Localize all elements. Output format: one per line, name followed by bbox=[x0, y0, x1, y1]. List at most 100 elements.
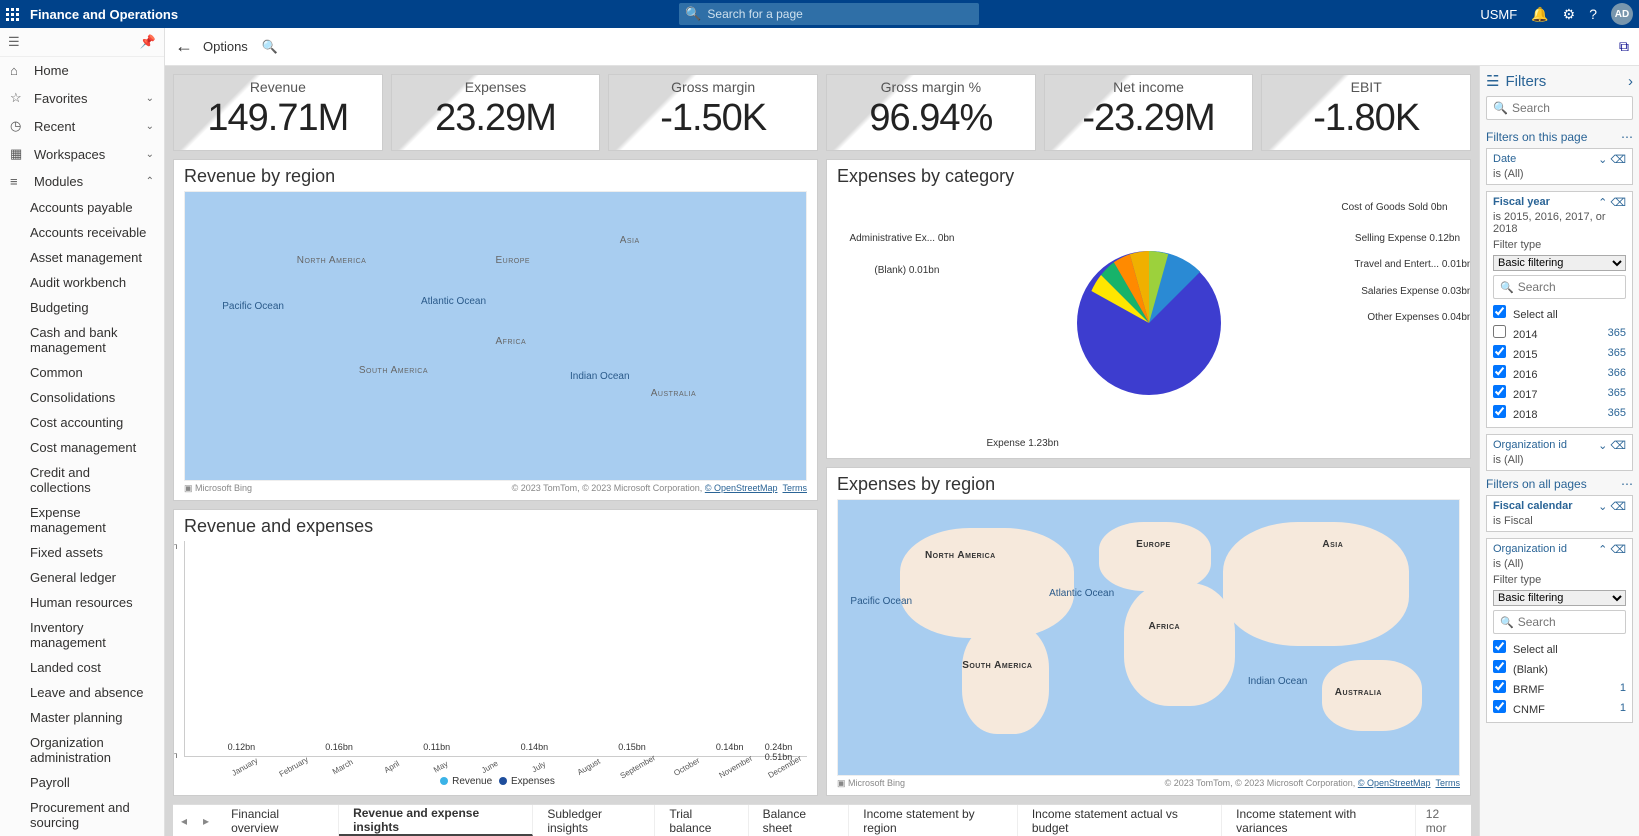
nav-item-favorites[interactable]: ☆Favorites⌄ bbox=[0, 84, 164, 112]
filter-card-date[interactable]: Date⌄ ⌫ is (All) bbox=[1486, 148, 1633, 185]
popout-icon[interactable]: ⧉ bbox=[1619, 38, 1629, 55]
filter-option[interactable]: (Blank) bbox=[1493, 658, 1626, 678]
kpi-card[interactable]: Net income-23.29M bbox=[1044, 74, 1254, 151]
nav-module[interactable]: Accounts receivable bbox=[0, 220, 164, 245]
report-tab[interactable]: Balance sheet bbox=[749, 805, 850, 836]
kpi-card[interactable]: Expenses23.29M bbox=[391, 74, 601, 151]
filter-type-select[interactable]: Basic filtering bbox=[1493, 255, 1626, 271]
kpi-card[interactable]: Gross margin-1.50K bbox=[608, 74, 818, 151]
nav-module[interactable]: Landed cost bbox=[0, 655, 164, 680]
nav-module[interactable]: Human resources bbox=[0, 590, 164, 615]
filter-option[interactable]: 2017365 bbox=[1493, 383, 1626, 403]
filter-card-org-id[interactable]: Organization id⌄ ⌫ is (All) bbox=[1486, 434, 1633, 471]
filters-collapse[interactable]: › bbox=[1628, 73, 1633, 90]
filter-option[interactable]: 2015365 bbox=[1493, 343, 1626, 363]
nav-module[interactable]: Budgeting bbox=[0, 295, 164, 320]
bell-icon[interactable]: 🔔 bbox=[1531, 6, 1548, 23]
nav-module[interactable]: Cost management bbox=[0, 435, 164, 460]
tabs-prev[interactable]: ◂ bbox=[173, 814, 195, 828]
map-expenses[interactable]: North America Europe Asia Africa South A… bbox=[837, 499, 1460, 776]
pin-icon[interactable]: 📌 bbox=[140, 34, 156, 50]
report-tab[interactable]: Subledger insights bbox=[533, 805, 655, 836]
back-icon[interactable]: ← bbox=[175, 36, 193, 57]
company-label[interactable]: USMF bbox=[1480, 7, 1517, 22]
osm-link[interactable]: © OpenStreetMap bbox=[1358, 778, 1431, 788]
hamburger-icon[interactable]: ☰ bbox=[8, 34, 20, 50]
fy-search-input[interactable] bbox=[1518, 280, 1619, 294]
global-search-input[interactable] bbox=[707, 7, 973, 21]
nav-module[interactable]: Credit and collections bbox=[0, 460, 164, 500]
nav-module[interactable]: Cost accounting bbox=[0, 410, 164, 435]
help-icon[interactable]: ? bbox=[1589, 6, 1597, 22]
filter-card-fiscal-calendar[interactable]: Fiscal calendar⌄ ⌫ is Fiscal bbox=[1486, 495, 1633, 532]
nav-module[interactable]: Organization administration bbox=[0, 730, 164, 770]
osm-link[interactable]: © OpenStreetMap bbox=[705, 483, 778, 493]
bar-chart[interactable]: 0.0bn 0.5bn 0.12bn0.16bn0.11bn0.14bn0.15… bbox=[184, 541, 807, 791]
filter-option[interactable]: Select all bbox=[1493, 638, 1626, 658]
filter-checkbox[interactable] bbox=[1493, 640, 1506, 653]
map-revenue[interactable]: North America Europe Asia Africa South A… bbox=[184, 191, 807, 481]
filter-checkbox[interactable] bbox=[1493, 325, 1506, 338]
report-tab[interactable]: Revenue and expense insights bbox=[339, 805, 533, 836]
app-launcher-icon[interactable] bbox=[6, 8, 22, 21]
nav-module[interactable]: Fixed assets bbox=[0, 540, 164, 565]
nav-module[interactable]: General ledger bbox=[0, 565, 164, 590]
nav-module[interactable]: Accounts payable bbox=[0, 195, 164, 220]
terms-link[interactable]: Terms bbox=[783, 483, 808, 493]
filter-checkbox[interactable] bbox=[1493, 405, 1506, 418]
nav-item-modules[interactable]: ≡Modules⌃ bbox=[0, 168, 164, 195]
nav-item-home[interactable]: ⌂Home bbox=[0, 57, 164, 84]
nav-module[interactable]: Audit workbench bbox=[0, 270, 164, 295]
nav-module[interactable]: Asset management bbox=[0, 245, 164, 270]
filter-card-fiscal-year[interactable]: Fiscal year⌃ ⌫ is 2015, 2016, 2017, or 2… bbox=[1486, 191, 1633, 428]
filter-option[interactable]: BRMF1 bbox=[1493, 678, 1626, 698]
report-tab[interactable]: Income statement actual vs budget bbox=[1018, 805, 1222, 836]
filter-option[interactable]: 2016366 bbox=[1493, 363, 1626, 383]
kpi-card[interactable]: EBIT-1.80K bbox=[1261, 74, 1471, 151]
tabs-next[interactable]: ▸ bbox=[195, 814, 217, 828]
filter-option[interactable]: 2014365 bbox=[1493, 323, 1626, 343]
options-button[interactable]: Options bbox=[203, 39, 248, 54]
filter-option[interactable]: CNMF1 bbox=[1493, 698, 1626, 718]
kpi-card[interactable]: Gross margin %96.94% bbox=[826, 74, 1036, 151]
filter-checkbox[interactable] bbox=[1493, 700, 1506, 713]
terms-link[interactable]: Terms bbox=[1436, 778, 1461, 788]
filter-option[interactable]: Select all bbox=[1493, 303, 1626, 323]
nav-module[interactable]: Consolidations bbox=[0, 385, 164, 410]
report-tab[interactable]: Trial balance bbox=[655, 805, 748, 836]
filter-checkbox[interactable] bbox=[1493, 305, 1506, 318]
filter-checkbox[interactable] bbox=[1493, 345, 1506, 358]
action-search-icon[interactable]: 🔍 bbox=[262, 39, 278, 55]
filter-type-select[interactable]: Basic filtering bbox=[1493, 590, 1626, 606]
nav-module[interactable]: Payroll bbox=[0, 770, 164, 795]
nav-item-workspaces[interactable]: ▦Workspaces⌄ bbox=[0, 140, 164, 168]
nav-module[interactable]: Cash and bank management bbox=[0, 320, 164, 360]
filter-search[interactable]: 🔍 bbox=[1486, 96, 1633, 120]
filter-search-input[interactable] bbox=[1512, 101, 1626, 115]
gear-icon[interactable]: ⚙ bbox=[1563, 6, 1576, 23]
nav-item-recent[interactable]: ◷Recent⌄ bbox=[0, 112, 164, 140]
avatar[interactable]: AD bbox=[1611, 3, 1633, 25]
nav-module[interactable]: Leave and absence bbox=[0, 680, 164, 705]
nav-module[interactable]: Procurement and sourcing bbox=[0, 795, 164, 835]
global-search[interactable]: 🔍 bbox=[679, 3, 979, 25]
nav-module[interactable]: Master planning bbox=[0, 705, 164, 730]
filter-checkbox[interactable] bbox=[1493, 365, 1506, 378]
kpi-card[interactable]: Revenue149.71M bbox=[173, 74, 383, 151]
more-icon[interactable]: ⋯ bbox=[1621, 477, 1633, 491]
tabs-more[interactable]: 12 mor bbox=[1416, 807, 1471, 835]
report-tab[interactable]: Income statement with variances bbox=[1222, 805, 1416, 836]
filter-checkbox[interactable] bbox=[1493, 660, 1506, 673]
pie-chart[interactable]: Cost of Goods Sold 0bn Selling Expense 0… bbox=[837, 191, 1460, 454]
org-search-input[interactable] bbox=[1518, 615, 1619, 629]
more-icon[interactable]: ⋯ bbox=[1621, 130, 1633, 144]
filter-checkbox[interactable] bbox=[1493, 385, 1506, 398]
nav-module[interactable]: Inventory management bbox=[0, 615, 164, 655]
report-tab[interactable]: Income statement by region bbox=[849, 805, 1018, 836]
nav-module[interactable]: Common bbox=[0, 360, 164, 385]
report-tab[interactable]: Financial overview bbox=[217, 805, 339, 836]
filter-option[interactable]: 2018365 bbox=[1493, 403, 1626, 423]
filter-checkbox[interactable] bbox=[1493, 680, 1506, 693]
nav-module[interactable]: Expense management bbox=[0, 500, 164, 540]
filter-card-org-id-2[interactable]: Organization id⌃ ⌫ is (All) Filter type … bbox=[1486, 538, 1633, 723]
